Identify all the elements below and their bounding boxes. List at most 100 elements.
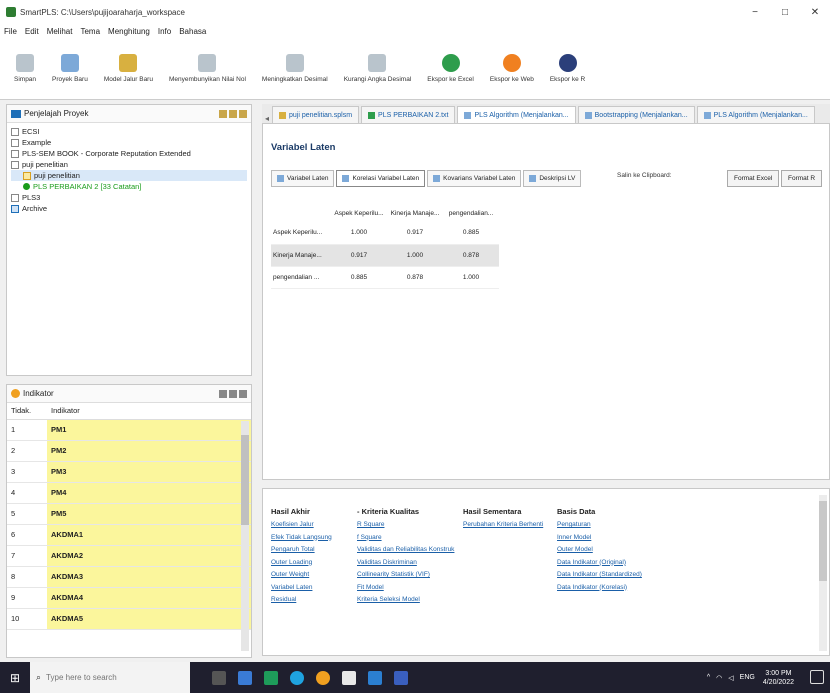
collapse-icon[interactable] xyxy=(219,109,227,118)
link-collinearity-vif[interactable]: Collinearity Statistik (VIF) xyxy=(357,571,454,584)
chrome-browser-icon[interactable] xyxy=(316,670,330,685)
link-inner-model[interactable]: Inner Model xyxy=(557,534,642,547)
volume-icon[interactable]: ◁ xyxy=(728,674,733,682)
menu-edit[interactable]: Edit xyxy=(25,27,39,36)
expand-icon[interactable] xyxy=(229,109,237,118)
export-web-button[interactable]: Ekspor ke Web xyxy=(490,54,534,83)
link-outer-model[interactable]: Outer Model xyxy=(557,546,642,559)
tab-bootstrapping[interactable]: Bootstrapping (Menjalankan... xyxy=(577,106,695,123)
tree-item-example[interactable]: Example xyxy=(11,137,247,148)
task-view-icon[interactable] xyxy=(212,670,226,685)
link-outer-weights[interactable]: Outer Weight xyxy=(271,571,332,584)
format-r-button[interactable]: Format R xyxy=(781,170,823,187)
link-r-square[interactable]: R Square xyxy=(357,521,454,534)
tab-pls-algorithm-2[interactable]: PLS Algorithm (Menjalankan... xyxy=(696,106,815,123)
link-indirect-effects[interactable]: Efek Tidak Langsung xyxy=(271,534,332,547)
table-row[interactable]: 10 AKDMA5 xyxy=(7,608,251,630)
link-path-coefficients[interactable]: Koefisien Jalur xyxy=(271,521,332,534)
file-explorer-icon[interactable] xyxy=(342,670,356,685)
link-residuals[interactable]: Residual xyxy=(271,596,332,609)
language-indicator[interactable]: ENG xyxy=(740,674,755,681)
excel-app-icon[interactable] xyxy=(264,670,278,685)
link-settings[interactable]: Pengaturan xyxy=(557,521,642,534)
table-row[interactable]: 3 PM3 xyxy=(7,461,251,483)
link-indicator-data-correlation[interactable]: Data Indikator (Korelasi) xyxy=(557,584,642,597)
clock[interactable]: 3:00 PM 4/20/2022 xyxy=(763,669,794,687)
start-button[interactable]: ⊞ xyxy=(0,662,30,693)
subtab-latent-variables[interactable]: Variabel Laten xyxy=(271,170,335,187)
menu-theme[interactable]: Tema xyxy=(80,27,100,36)
tab-puji-penelitian[interactable]: puji penelitian.splsm xyxy=(272,106,360,123)
taskbar-search[interactable]: ⌕ xyxy=(30,662,190,693)
link-construct-reliability[interactable]: Validitas dan Reliabilitas Konstruk xyxy=(357,546,454,559)
link-outer-loadings[interactable]: Outer Loading xyxy=(271,559,332,572)
tab-pls-perbaikan[interactable]: PLS PERBAIKAN 2.txt xyxy=(361,106,456,123)
close-button[interactable]: ✕ xyxy=(800,0,830,24)
menu-calculate[interactable]: Menghitung xyxy=(108,27,150,36)
table-row[interactable]: Aspek Keperilu... 1.000 0.917 0.885 xyxy=(271,222,499,245)
filter-icon[interactable] xyxy=(229,389,237,398)
smartpls-taskbar-icon[interactable] xyxy=(394,670,408,685)
subtab-latent-correlation[interactable]: Korelasi Variabel Laten xyxy=(336,170,426,187)
table-row[interactable]: 8 AKDMA3 xyxy=(7,566,251,588)
notification-icon[interactable] xyxy=(810,670,824,684)
results-scrollbar[interactable] xyxy=(819,495,827,651)
increase-decimal-button[interactable]: Meningkatkan Desimal xyxy=(262,54,328,83)
word-app-icon[interactable] xyxy=(238,670,252,685)
table-row[interactable]: 7 AKDMA2 xyxy=(7,545,251,567)
maximize-button[interactable]: □ xyxy=(770,0,800,24)
link-total-effects[interactable]: Pengaruh Total xyxy=(271,546,332,559)
tree-item-puji-penelitian-model[interactable]: puji penelitian xyxy=(11,170,247,181)
network-icon[interactable]: ◠ xyxy=(716,674,722,682)
column-header-indicator[interactable]: Indikator xyxy=(47,403,251,420)
hide-zero-button[interactable]: Menyembunyikan Nilai Nol xyxy=(169,54,246,83)
section-header[interactable]: - Kriteria Kualitas xyxy=(357,507,454,521)
table-row[interactable]: 9 AKDMA4 xyxy=(7,587,251,609)
filter-icon[interactable] xyxy=(219,389,227,398)
menu-info[interactable]: Info xyxy=(158,27,171,36)
link-model-fit[interactable]: Fit Model xyxy=(357,584,454,597)
table-row[interactable]: 4 PM4 xyxy=(7,482,251,504)
scrollbar-thumb[interactable] xyxy=(819,501,827,581)
column-header-no[interactable]: Tidak. xyxy=(7,403,47,420)
tray-up-arrow-icon[interactable]: ^ xyxy=(707,674,710,681)
link-indicator-data-original[interactable]: Data Indikator (Original) xyxy=(557,559,642,572)
link-f-square[interactable]: f Square xyxy=(357,534,454,547)
link-stop-criterion-changes[interactable]: Perubahan Kriteria Berhenti xyxy=(463,521,543,534)
store-app-icon[interactable] xyxy=(368,670,382,685)
export-r-button[interactable]: Ekspor ke R xyxy=(550,54,585,83)
subtab-latent-covariance[interactable]: Kovarians Variabel Laten xyxy=(427,170,522,187)
tree-item-pls-perbaikan[interactable]: PLS PERBAIKAN 2 [33 Catatan] xyxy=(11,181,247,192)
table-row[interactable]: 1 PM1 xyxy=(7,419,251,441)
filter-icon[interactable] xyxy=(239,389,247,398)
table-row[interactable]: pengendalian ... 0.885 0.878 1.000 xyxy=(271,266,499,289)
format-excel-button[interactable]: Format Excel xyxy=(727,170,780,187)
tab-scroll-left-icon[interactable]: ◂ xyxy=(262,114,272,123)
tree-item-pls-sem-book[interactable]: PLS-SEM BOOK - Corporate Reputation Exte… xyxy=(11,148,247,159)
new-path-model-button[interactable]: Model Jalur Baru xyxy=(104,54,153,83)
tree-item-pls3[interactable]: PLS3 xyxy=(11,192,247,203)
link-discriminant-validity[interactable]: Validitas Diskriminan xyxy=(357,559,454,572)
scrollbar-thumb[interactable] xyxy=(241,435,249,525)
indicator-scrollbar[interactable] xyxy=(241,421,249,651)
table-row[interactable]: 6 AKDMA1 xyxy=(7,524,251,546)
minimize-button[interactable]: − xyxy=(740,0,770,24)
export-excel-button[interactable]: Ekspor ke Excel xyxy=(427,54,474,83)
link-model-selection-criteria[interactable]: Kriteria Seleksi Model xyxy=(357,596,454,609)
decrease-decimal-button[interactable]: Kurangi Angka Desimal xyxy=(344,54,411,83)
table-row[interactable]: 2 PM2 xyxy=(7,440,251,462)
table-row[interactable]: Kinerja Manaje... 0.917 1.000 0.878 xyxy=(271,244,499,267)
tree-item-puji-penelitian[interactable]: puji penelitian xyxy=(11,159,247,170)
star-icon[interactable] xyxy=(239,109,247,118)
tab-pls-algorithm-active[interactable]: PLS Algorithm (Menjalankan... xyxy=(457,106,576,123)
tree-item-archive[interactable]: Archive xyxy=(11,203,247,214)
new-project-button[interactable]: Proyek Baru xyxy=(52,54,88,83)
save-button[interactable]: Simpan xyxy=(14,54,36,83)
menu-language[interactable]: Bahasa xyxy=(179,27,206,36)
edge-browser-icon[interactable] xyxy=(290,670,304,685)
menu-file[interactable]: File xyxy=(4,27,17,36)
menu-view[interactable]: Melihat xyxy=(47,27,73,36)
link-indicator-data-standardized[interactable]: Data Indikator (Standardized) xyxy=(557,571,642,584)
link-latent-variables[interactable]: Variabel Laten xyxy=(271,584,332,597)
subtab-lv-descriptives[interactable]: Deskripsi LV xyxy=(523,170,582,187)
